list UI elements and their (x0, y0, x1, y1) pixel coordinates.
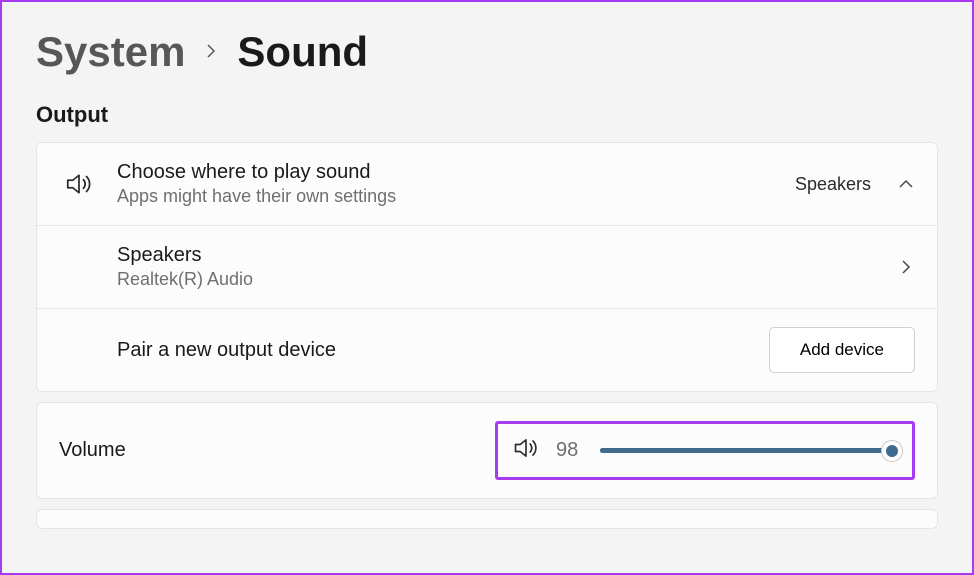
choose-output-row[interactable]: Choose where to play sound Apps might ha… (37, 143, 937, 226)
volume-label: Volume (59, 439, 126, 462)
speaker-icon (59, 169, 99, 199)
pair-output-row: Pair a new output device Add device (37, 309, 937, 391)
output-card-group: Choose where to play sound Apps might ha… (36, 142, 938, 392)
pair-label: Pair a new output device (117, 339, 751, 362)
choose-output-value: Speakers (795, 174, 871, 195)
volume-highlight-box: 98 (495, 421, 915, 480)
output-device-row[interactable]: Speakers Realtek(R) Audio (37, 226, 937, 309)
device-name: Speakers (117, 244, 879, 267)
choose-output-title: Choose where to play sound (117, 161, 777, 184)
volume-card: Volume 98 (36, 402, 938, 499)
volume-value: 98 (556, 439, 584, 462)
choose-output-subtitle: Apps might have their own settings (117, 186, 777, 207)
slider-thumb[interactable] (881, 440, 903, 462)
breadcrumb: System Sound (36, 28, 938, 76)
speaker-icon[interactable] (512, 434, 540, 467)
chevron-up-icon[interactable] (897, 175, 915, 193)
breadcrumb-parent[interactable]: System (36, 28, 185, 76)
page-title: Sound (237, 28, 368, 76)
output-section-heading: Output (36, 102, 938, 128)
device-driver: Realtek(R) Audio (117, 269, 879, 290)
chevron-right-icon[interactable] (897, 258, 915, 276)
volume-slider[interactable] (600, 439, 898, 463)
chevron-right-icon (203, 38, 219, 66)
next-card-peek (36, 509, 938, 529)
add-device-button[interactable]: Add device (769, 327, 915, 373)
